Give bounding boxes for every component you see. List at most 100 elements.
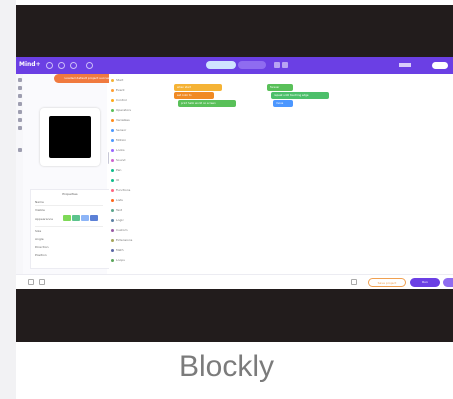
rail-icon-settings[interactable] [18, 148, 22, 152]
save-project-button[interactable]: Save project [368, 278, 406, 287]
category-item[interactable]: Text [111, 208, 122, 214]
category-dot-icon [111, 78, 114, 82]
category-item[interactable]: Control [111, 98, 127, 104]
file-icon[interactable] [46, 62, 53, 69]
category-item[interactable]: Pen [111, 168, 121, 174]
category-dot-icon [111, 128, 114, 132]
category-item[interactable]: Sensor [111, 128, 126, 134]
swatch-green[interactable] [63, 215, 71, 221]
category-dot-icon [111, 138, 114, 142]
category-label: Custom [116, 228, 128, 232]
block-move[interactable]: move [273, 100, 293, 107]
prop-visible: Visible [35, 208, 45, 212]
category-item[interactable]: Sound [111, 158, 125, 164]
category-item[interactable]: Start [111, 78, 123, 84]
category-dot-icon [111, 108, 114, 112]
prop-appearance: Appearance [35, 217, 54, 221]
category-label: Logic [116, 218, 124, 222]
stop-button[interactable] [443, 278, 453, 287]
stage-panel: Properties Name Visible Appearance Size … [23, 74, 110, 274]
swatch-teal[interactable] [72, 215, 80, 221]
block-print[interactable]: print hello world on screen [178, 100, 236, 107]
edit-icon[interactable] [58, 62, 65, 69]
category-item[interactable]: Motion [111, 138, 126, 144]
category-item[interactable]: Looks [111, 148, 125, 154]
category-item[interactable]: Variables [111, 118, 130, 124]
category-dot-icon [111, 228, 114, 232]
help-icon[interactable] [86, 62, 93, 69]
add-backdrop-icon[interactable] [39, 279, 45, 285]
upload-icon[interactable] [282, 62, 288, 68]
category-item[interactable]: Functions [111, 188, 130, 194]
category-label: Math [116, 248, 124, 252]
category-item[interactable]: IO [111, 178, 119, 184]
language-selector[interactable] [399, 63, 411, 67]
category-label: Functions [116, 188, 131, 192]
mode-toggle-blocks[interactable] [206, 61, 236, 69]
blockly-workspace[interactable]: when start set color to print hello worl… [147, 74, 453, 274]
block-when-start[interactable]: when start [174, 84, 222, 91]
account-button[interactable] [432, 62, 448, 69]
category-dot-icon [111, 188, 114, 192]
prop-direction: Direction [35, 245, 49, 249]
category-label: Control [116, 98, 127, 102]
block-categories: Start Event Control Operators Variables Senso… [109, 74, 148, 274]
stage-preview[interactable] [40, 108, 100, 166]
category-label: Extensions [116, 238, 133, 242]
category-item[interactable]: Lists [111, 198, 123, 204]
mode-toggle-code[interactable] [238, 61, 266, 69]
category-label: Text [116, 208, 123, 212]
prop-name: Name [35, 200, 44, 204]
block-forever[interactable]: forever [267, 84, 293, 91]
category-item[interactable]: Math [111, 248, 124, 254]
rail-icon-device[interactable] [18, 110, 22, 114]
category-label: Operators [116, 108, 131, 112]
category-dot-icon [111, 148, 114, 152]
category-label: Motion [116, 138, 127, 142]
rail-icon-code[interactable] [18, 78, 22, 82]
category-label: Pen [116, 168, 122, 172]
dark-top-band [16, 5, 453, 57]
caption-title: Blockly [178, 350, 275, 383]
block-repeat-until[interactable]: repeat until touching edge [271, 92, 329, 99]
divider [35, 205, 103, 206]
category-dot-icon [111, 98, 114, 102]
rail-icon-more[interactable] [18, 126, 22, 130]
run-button[interactable]: Run [410, 278, 440, 287]
divider [35, 226, 103, 227]
category-dot-icon [111, 158, 114, 162]
rail-icon-stage[interactable] [18, 86, 22, 90]
category-label: Sensor [116, 128, 127, 132]
rail-icon-extension[interactable] [18, 118, 22, 122]
category-dot-icon [111, 118, 114, 122]
top-menubar: Mind+ [16, 57, 453, 74]
app-logo[interactable]: Mind+ [19, 61, 41, 68]
swatch-navy[interactable] [90, 215, 98, 221]
rail-icon-sound[interactable] [18, 102, 22, 106]
add-sprite-icon[interactable] [28, 279, 34, 285]
dark-bottom-band [16, 289, 453, 342]
connect-icon[interactable] [274, 62, 280, 68]
category-label: Variables [116, 118, 130, 122]
category-item[interactable]: Extensions [111, 238, 132, 244]
swatch-blue[interactable] [81, 215, 89, 221]
category-item[interactable]: Loops [111, 258, 125, 264]
category-dot-icon [111, 218, 114, 222]
rail-icon-sprite[interactable] [18, 94, 22, 98]
category-label: Looks [116, 148, 125, 152]
category-label: Loops [116, 258, 125, 262]
stage-screen [49, 116, 91, 158]
category-item[interactable]: Logic [111, 218, 124, 224]
category-dot-icon [111, 178, 114, 182]
block-set-color[interactable]: set color to [174, 92, 214, 99]
prop-position: Position [35, 253, 47, 257]
category-item[interactable]: Custom [111, 228, 128, 234]
console-icon[interactable] [351, 279, 357, 285]
prop-size: Size [35, 229, 42, 233]
settings-icon[interactable] [70, 62, 77, 69]
category-label: Lists [116, 198, 123, 202]
category-label: IO [116, 178, 120, 182]
category-dot-icon [111, 198, 114, 202]
category-item[interactable]: Event [111, 88, 125, 94]
category-item[interactable]: Operators [111, 108, 131, 114]
